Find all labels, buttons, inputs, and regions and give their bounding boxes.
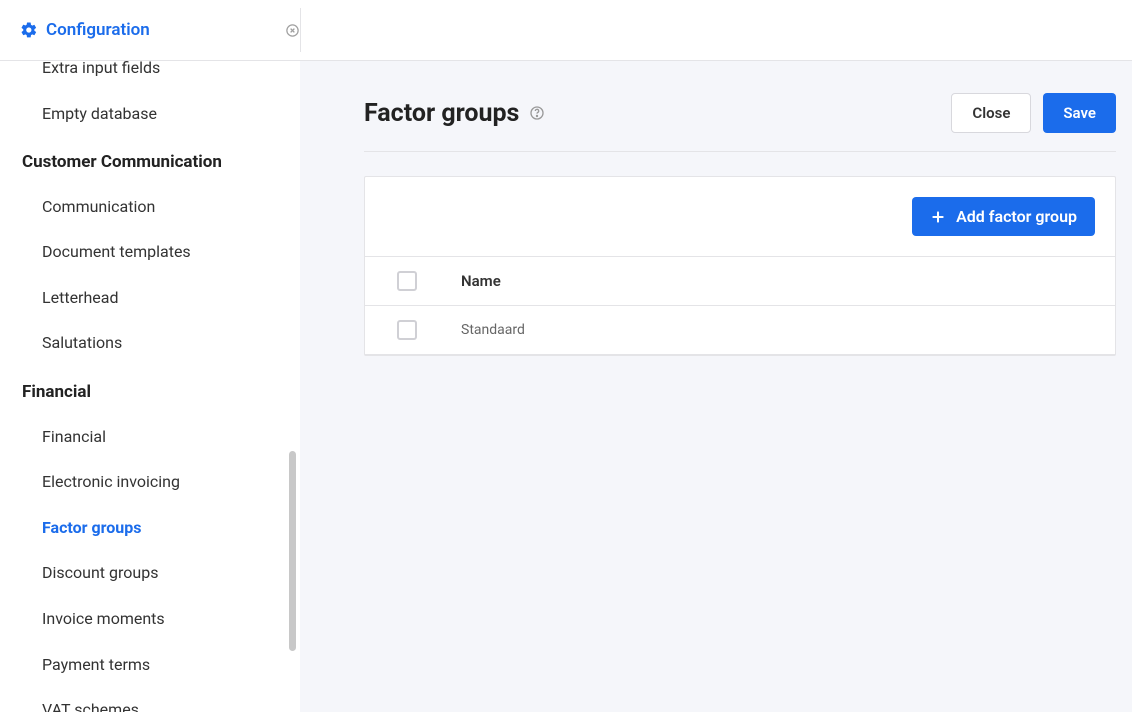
header-actions: Close Save (951, 93, 1116, 133)
sidebar-item-invoice-moments[interactable]: Invoice moments (0, 596, 300, 642)
sidebar-item-financial[interactable]: Financial (0, 414, 300, 460)
plus-icon (930, 209, 946, 225)
main-title-wrap: Factor groups (364, 99, 545, 128)
main-header: Factor groups Close Save (364, 93, 1116, 133)
layout: Extra input fields Empty database Custom… (0, 61, 1132, 712)
top-bar: Configuration (0, 0, 1132, 61)
add-factor-group-label: Add factor group (956, 207, 1077, 226)
save-button[interactable]: Save (1043, 93, 1116, 133)
factor-groups-card: Add factor group Name (364, 176, 1116, 356)
sidebar-section-financial: Financial (0, 366, 300, 414)
close-tab-icon[interactable] (283, 21, 301, 39)
vertical-divider (300, 8, 301, 52)
add-factor-group-button[interactable]: Add factor group (912, 197, 1095, 236)
page-title: Factor groups (364, 99, 519, 128)
gear-icon (20, 21, 38, 39)
main-content: Factor groups Close Save Add factor grou… (300, 61, 1132, 712)
sidebar-item-factor-groups[interactable]: Factor groups (0, 505, 300, 551)
table-row[interactable]: Standaard (365, 306, 1115, 355)
sidebar-item-vat-schemes[interactable]: VAT schemes (0, 687, 300, 712)
table-cell-checkbox (365, 306, 449, 355)
table-header-row: Name (365, 257, 1115, 306)
help-icon[interactable] (529, 105, 545, 121)
close-button[interactable]: Close (951, 93, 1031, 133)
sidebar-item-communication[interactable]: Communication (0, 184, 300, 230)
factor-groups-table: Name Standaard (365, 256, 1115, 355)
table-cell-name: Standaard (449, 306, 1115, 355)
top-bar-tab: Configuration (20, 0, 317, 60)
sidebar: Extra input fields Empty database Custom… (0, 61, 300, 712)
configuration-title: Configuration (46, 20, 150, 40)
table-header-name: Name (449, 257, 1115, 306)
card-toolbar: Add factor group (365, 177, 1115, 256)
row-checkbox[interactable] (397, 320, 417, 340)
sidebar-item-extra-input-fields[interactable]: Extra input fields (0, 61, 300, 91)
sidebar-section-customer-communication: Customer Communication (0, 136, 300, 184)
sidebar-item-letterhead[interactable]: Letterhead (0, 275, 300, 321)
sidebar-item-electronic-invoicing[interactable]: Electronic invoicing (0, 459, 300, 505)
sidebar-scrollbar[interactable] (289, 451, 296, 651)
sidebar-item-salutations[interactable]: Salutations (0, 320, 300, 366)
sidebar-item-payment-terms[interactable]: Payment terms (0, 642, 300, 688)
select-all-checkbox[interactable] (397, 271, 417, 291)
table-header-checkbox (365, 257, 449, 306)
sidebar-item-document-templates[interactable]: Document templates (0, 229, 300, 275)
horizontal-divider (364, 151, 1116, 152)
sidebar-item-discount-groups[interactable]: Discount groups (0, 550, 300, 596)
sidebar-item-empty-database[interactable]: Empty database (0, 91, 300, 137)
